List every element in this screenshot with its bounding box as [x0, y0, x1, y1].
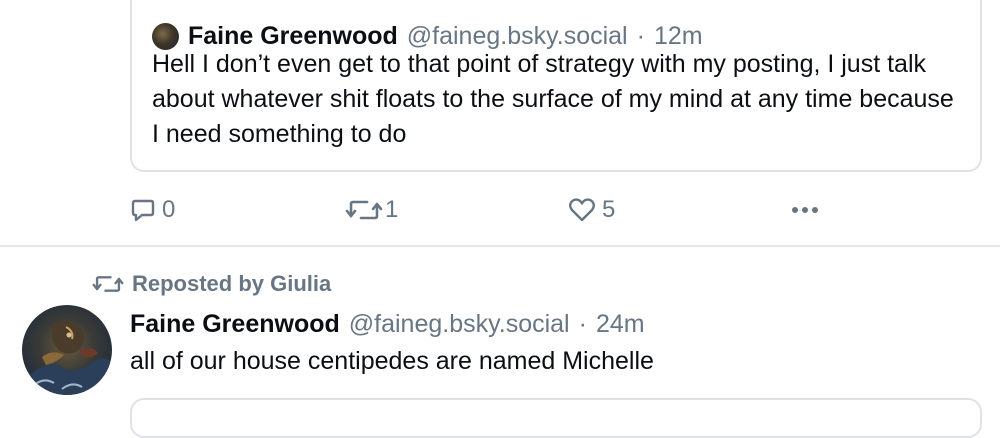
quoted-post-card[interactable]: Faine Greenwood @faineg.bsky.social · 12… [130, 0, 982, 172]
author-handle[interactable]: @faineg.bsky.social [349, 310, 570, 339]
embedded-card-top[interactable] [130, 398, 982, 438]
post-action-bar: 0 1 5 [0, 196, 1000, 228]
reposted-by-label: Reposted by Giulia [132, 271, 332, 296]
post-time[interactable]: 24m [596, 310, 645, 339]
quoted-post-text: Hell I don’t even get to that point of s… [152, 50, 954, 148]
like-button[interactable]: 5 [568, 196, 615, 224]
author-avatar[interactable] [22, 305, 112, 395]
repost-icon [345, 200, 383, 220]
more-options-button[interactable] [790, 196, 822, 222]
post-text: all of our house centipedes are named Mi… [130, 347, 654, 375]
post-divider [0, 245, 1000, 247]
post-separator: · [578, 310, 587, 338]
reply-count: 0 [162, 196, 176, 223]
more-icon [792, 207, 818, 213]
quoted-author-avatar[interactable] [152, 23, 179, 50]
like-count: 5 [602, 196, 616, 223]
repost-icon [92, 276, 124, 292]
repost-button[interactable]: 1 [345, 196, 398, 224]
reposted-by-line[interactable]: Reposted by Giulia [92, 271, 331, 297]
repost-count: 1 [385, 196, 399, 223]
reply-icon [131, 199, 155, 222]
like-icon [569, 198, 595, 222]
author-name[interactable]: Faine Greenwood [130, 310, 340, 339]
dragon-art-avatar-image [22, 305, 112, 395]
post-header: Faine Greenwood @faineg.bsky.social · 24… [130, 310, 645, 339]
reply-button[interactable]: 0 [130, 196, 175, 224]
